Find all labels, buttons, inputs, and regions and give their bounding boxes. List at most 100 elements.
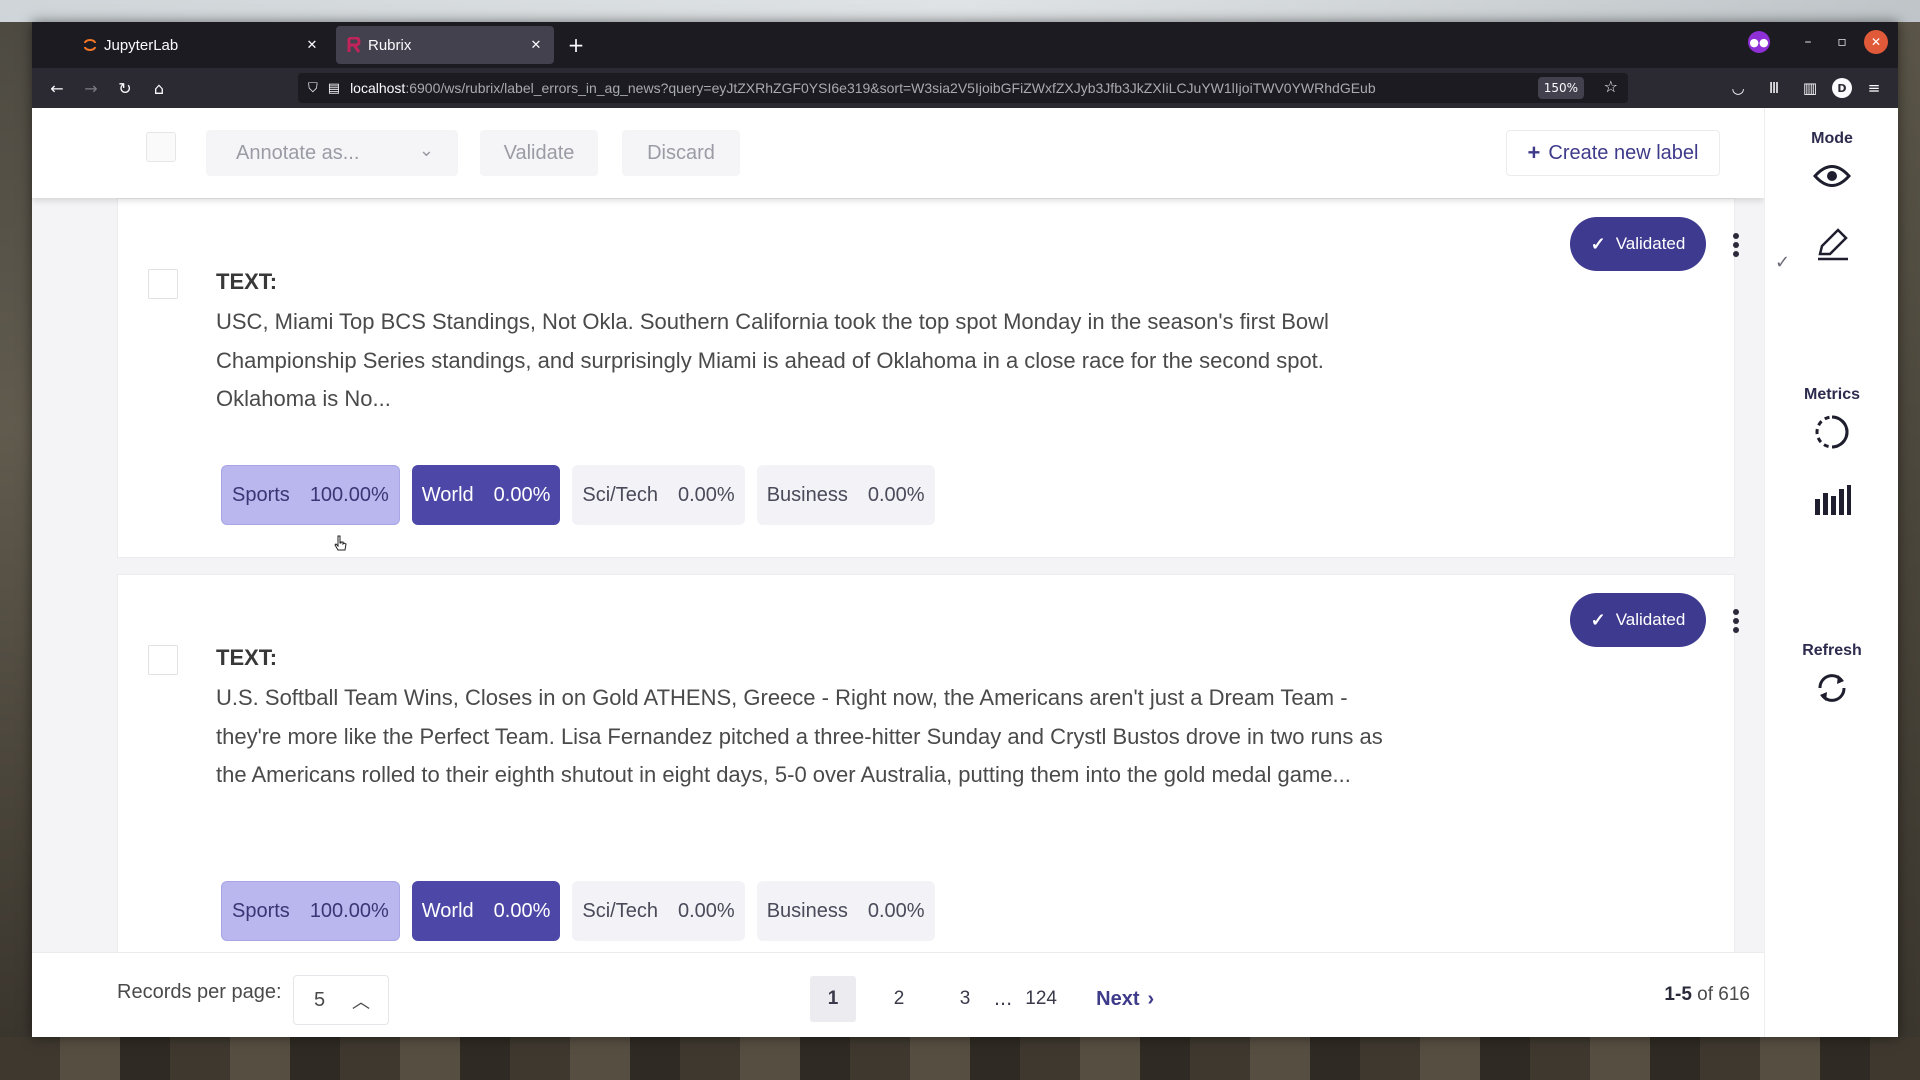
label-chip-world[interactable]: World 0.00% <box>411 465 561 525</box>
label-name: Sports <box>232 483 290 506</box>
right-sidebar: Mode ✓ Metrics Refresh <box>1764 108 1898 1037</box>
mouse-pointer-icon <box>334 535 347 551</box>
record-menu-icon[interactable] <box>1728 605 1744 637</box>
record-menu-icon[interactable] <box>1728 229 1744 261</box>
close-tab-icon[interactable]: ✕ <box>304 38 320 53</box>
refresh-label: Refresh <box>1802 642 1862 659</box>
annotate-as-placeholder: Annotate as... <box>236 141 360 164</box>
extension-icon[interactable]: ●● <box>1748 31 1770 53</box>
label-chip-sports[interactable]: Sports 100.00% <box>221 465 400 525</box>
tab-jupyterlab[interactable]: JupyterLab ✕ <box>72 26 330 64</box>
label-score: 0.00% <box>677 483 735 506</box>
select-all-checkbox[interactable] <box>146 132 176 162</box>
label-chip-world[interactable]: World 0.00% <box>411 881 561 941</box>
tab-title: JupyterLab <box>104 36 179 54</box>
reload-icon[interactable]: ↻ <box>108 72 142 104</box>
url-text[interactable]: localhost:6900/ws/rubrix/label_errors_in… <box>350 80 1500 96</box>
pager: 1 2 3 ... 124 Next › <box>810 976 1154 1022</box>
url-path: :6900/ws/rubrix/label_errors_in_ag_news?… <box>405 80 1376 96</box>
label-name: Business <box>766 899 848 922</box>
label-chip-scitech[interactable]: Sci/Tech 0.00% <box>572 465 745 525</box>
label-name: World <box>421 483 474 506</box>
maximize-icon[interactable]: ▫ <box>1830 30 1854 54</box>
navigation-bar: ← → ↻ ⌂ ⛉ ▤ localhost:6900/ws/rubrix/lab… <box>32 68 1898 108</box>
eye-icon[interactable] <box>1810 154 1854 198</box>
next-page-button[interactable]: Next › <box>1096 988 1154 1011</box>
label-name: Sci/Tech <box>582 483 658 506</box>
account-icon[interactable]: D <box>1832 78 1852 98</box>
url-host: localhost <box>350 80 406 96</box>
library-icon[interactable]: Ⅲ <box>1760 72 1788 104</box>
label-name: Business <box>766 483 848 506</box>
page-ellipsis: ... <box>994 988 1013 1010</box>
metrics-label: Metrics <box>1803 386 1861 403</box>
url-bar[interactable]: ⛉ ▤ localhost:6900/ws/rubrix/label_error… <box>298 73 1628 103</box>
label-chip-business[interactable]: Business 0.00% <box>756 465 935 525</box>
pocket-icon[interactable]: ◡ <box>1724 72 1752 104</box>
label-score: 0.00% <box>493 483 551 506</box>
tab-rubrix[interactable]: Rubrix ✕ <box>336 26 554 64</box>
label-score: 100.00% <box>309 483 389 506</box>
record-checkbox[interactable] <box>148 645 178 675</box>
desktop-background-bottom <box>0 1037 1920 1080</box>
check-icon: ✓ <box>1590 233 1606 254</box>
record-card: TEXT: USC, Miami Top BCS Standings, Not … <box>117 198 1739 558</box>
records-list: TEXT: USC, Miami Top BCS Standings, Not … <box>32 198 1764 952</box>
label-chips: Sports 100.00% World 0.00% Sci/Tech 0.00… <box>221 881 935 941</box>
page-info-icon[interactable]: ▤ <box>328 81 340 96</box>
label-name: Sci/Tech <box>582 899 658 922</box>
forward-icon[interactable]: → <box>74 72 108 104</box>
minimize-icon[interactable]: – <box>1796 30 1820 54</box>
records-per-page-label: Records per page: <box>117 981 282 1003</box>
browser-window: JupyterLab ✕ Rubrix ✕ + ●● – ▫ ✕ ← → ↻ ⌂… <box>32 22 1898 1037</box>
desktop-background-right <box>1898 22 1920 1037</box>
records-per-page-select[interactable]: 5 ︿ <box>293 975 389 1025</box>
pagination-footer: Records per page: 5 ︿ 1 2 3 ... 124 Next… <box>32 952 1764 1037</box>
shield-icon[interactable]: ⛉ <box>308 81 318 96</box>
create-new-label-button[interactable]: + Create new label <box>1506 130 1720 176</box>
record-text: USC, Miami Top BCS Standings, Not Okla. … <box>216 309 1329 411</box>
records-range: 1-5 <box>1664 984 1692 1005</box>
record-text: U.S. Softball Team Wins, Closes in on Go… <box>216 685 1383 787</box>
window-controls: ●● – ▫ ✕ <box>1748 30 1888 54</box>
page-2[interactable]: 2 <box>876 976 922 1022</box>
page-1[interactable]: 1 <box>810 976 856 1022</box>
home-icon[interactable]: ⌂ <box>142 72 176 104</box>
label-chips: Sports 100.00% World 0.00% Sci/Tech 0.00… <box>221 465 935 525</box>
refresh-icon[interactable] <box>1810 666 1854 710</box>
discard-button[interactable]: Discard <box>622 130 740 176</box>
close-window-icon[interactable]: ✕ <box>1864 30 1888 54</box>
sidebar-toggle-icon[interactable]: ▥ <box>1796 72 1824 104</box>
records-total: of 616 <box>1697 984 1750 1005</box>
label-name: World <box>421 899 474 922</box>
label-chip-business[interactable]: Business 0.00% <box>756 881 935 941</box>
validated-badge[interactable]: ✓ Validated <box>1570 593 1706 647</box>
chevron-down-icon: ⌄ <box>418 140 434 160</box>
new-tab-icon[interactable]: + <box>560 26 592 64</box>
annotate-as-dropdown[interactable]: Annotate as... ⌄ <box>206 130 458 176</box>
page-124[interactable]: 124 <box>1018 976 1064 1022</box>
label-score: 0.00% <box>493 899 551 922</box>
validated-text: Validated <box>1615 234 1686 253</box>
bookmark-star-icon[interactable]: ☆ <box>1604 77 1618 96</box>
validated-text: Validated <box>1615 610 1686 629</box>
record-field-label: TEXT: <box>216 269 278 294</box>
progress-circle-icon[interactable] <box>1810 410 1854 454</box>
records-per-page-value: 5 <box>314 988 326 1011</box>
rubrix-page: Annotate as... ⌄ Validate Discard + Crea… <box>32 108 1898 1037</box>
validated-badge[interactable]: ✓ Validated <box>1570 217 1706 271</box>
close-tab-icon[interactable]: ✕ <box>528 38 544 53</box>
validate-button[interactable]: Validate <box>480 130 598 176</box>
label-chip-scitech[interactable]: Sci/Tech 0.00% <box>572 881 745 941</box>
record-checkbox[interactable] <box>148 269 178 299</box>
pencil-icon[interactable] <box>1810 222 1854 266</box>
back-icon[interactable]: ← <box>40 72 74 104</box>
label-name: Sports <box>232 899 290 922</box>
chevron-up-icon: ︿ <box>352 992 370 1012</box>
label-chip-sports[interactable]: Sports 100.00% <box>221 881 400 941</box>
menu-icon[interactable]: ≡ <box>1860 72 1888 104</box>
jupyter-icon <box>82 37 98 53</box>
zoom-level[interactable]: 150% <box>1537 77 1584 99</box>
bar-chart-icon[interactable] <box>1810 478 1854 522</box>
page-3[interactable]: 3 <box>942 976 988 1022</box>
